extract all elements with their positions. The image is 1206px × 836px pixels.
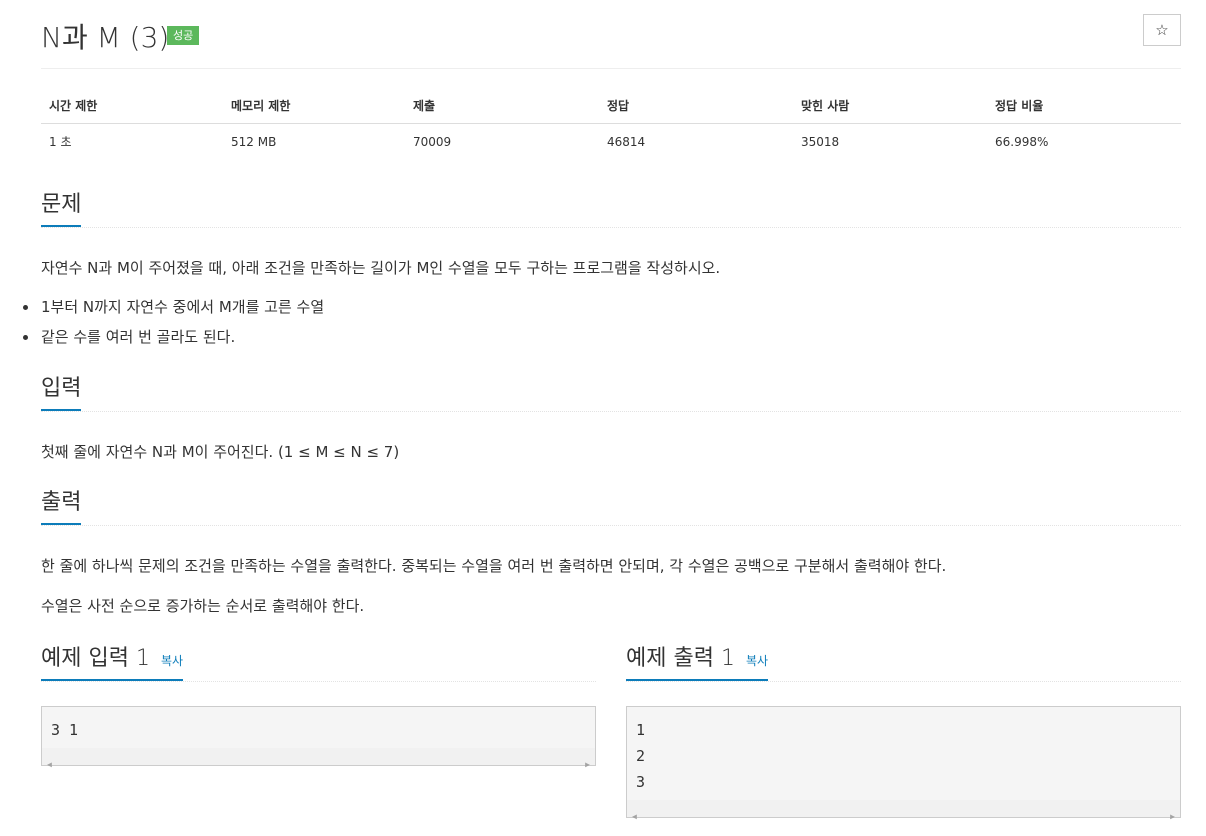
scroll-right-icon[interactable]: ▶ bbox=[585, 752, 590, 778]
description-title: 문제 bbox=[41, 190, 82, 227]
sample-input-box[interactable]: 3 1 ◀ ▶ bbox=[41, 706, 596, 769]
scroll-left-icon[interactable]: ◀ bbox=[47, 752, 52, 778]
sample-output-line: 2 bbox=[636, 747, 646, 765]
value-solved-users: 35018 bbox=[801, 134, 840, 149]
copy-button[interactable]: 복사 bbox=[746, 654, 768, 668]
condition-list: 1부터 N까지 자연수 중에서 M개를 고른 수열 같은 수를 여러 번 골라도… bbox=[23, 297, 1181, 347]
input-heading: 입력 bbox=[41, 374, 1181, 412]
bullet-icon bbox=[23, 335, 28, 340]
header-accepted: 정답 bbox=[599, 88, 793, 124]
output-title: 출력 bbox=[41, 488, 82, 525]
info-header-row: 시간 제한 메모리 제한 제출 정답 맞힌 사람 정답 비율 bbox=[41, 88, 1181, 124]
favorite-button[interactable]: ☆ bbox=[1143, 14, 1181, 46]
problem-title: N과 M (3) bbox=[41, 21, 170, 54]
sample-input-title-text: 예제 입력 1 bbox=[41, 646, 150, 671]
value-memory-limit: 512 MB bbox=[231, 134, 277, 149]
sample-output-title: 예제 출력 1 복사 bbox=[626, 644, 769, 681]
description-heading: 문제 bbox=[41, 190, 1181, 228]
value-submissions: 70009 bbox=[413, 134, 452, 149]
input-text: 첫째 줄에 자연수 N과 M이 주어진다. (1 ≤ M ≤ N ≤ 7) bbox=[41, 443, 400, 461]
star-icon: ☆ bbox=[1155, 21, 1169, 39]
output-section: 출력 한 줄에 하나씩 문제의 조건을 만족하는 수열을 출력한다. 중복되는 … bbox=[41, 488, 1181, 616]
sample-input-line: 3 1 bbox=[51, 721, 79, 739]
sample-output-box[interactable]: 1 2 3 ◀ ▶ bbox=[626, 706, 1181, 821]
horizontal-scrollbar[interactable]: ◀ ▶ bbox=[627, 800, 1180, 821]
horizontal-scrollbar[interactable]: ◀ ▶ bbox=[42, 748, 595, 769]
condition-text: 1부터 N까지 자연수 중에서 M개를 고른 수열 bbox=[41, 298, 325, 316]
input-section: 입력 첫째 줄에 자연수 N과 M이 주어진다. (1 ≤ M ≤ N ≤ 7) bbox=[41, 374, 1181, 462]
description-text: 자연수 N과 M이 주어졌을 때, 아래 조건을 만족하는 길이가 M인 수열을… bbox=[41, 259, 721, 277]
header-solved-users: 맞힌 사람 bbox=[793, 88, 987, 124]
condition-text: 같은 수를 여러 번 골라도 된다. bbox=[41, 328, 236, 346]
output-text-1: 한 줄에 하나씩 문제의 조건을 만족하는 수열을 출력한다. 중복되는 수열을… bbox=[41, 557, 947, 575]
sample-input-title: 예제 입력 1 복사 bbox=[41, 644, 184, 681]
value-accept-ratio: 66.998% bbox=[995, 134, 1049, 149]
header-submissions: 제출 bbox=[405, 88, 599, 124]
header-memory-limit: 메모리 제한 bbox=[223, 88, 405, 124]
output-heading: 출력 bbox=[41, 488, 1181, 526]
sample-input-heading: 예제 입력 1 복사 bbox=[41, 644, 596, 682]
problem-header: N과 M (3) 성공 ☆ bbox=[41, 14, 1181, 68]
value-accepted: 46814 bbox=[607, 134, 646, 149]
info-value-row: 1 초 512 MB 70009 46814 35018 66.998% bbox=[41, 124, 1181, 160]
sample-output-line: 3 bbox=[636, 773, 646, 791]
list-item: 같은 수를 여러 번 골라도 된다. bbox=[23, 327, 1181, 347]
output-text-2: 수열은 사전 순으로 증가하는 순서로 출력해야 한다. bbox=[41, 597, 365, 615]
header-time-limit: 시간 제한 bbox=[41, 88, 223, 124]
sample-output-line: 1 bbox=[636, 721, 646, 739]
scroll-left-icon[interactable]: ◀ bbox=[632, 804, 637, 830]
value-time-limit: 1 초 bbox=[49, 135, 72, 149]
sample-output-heading: 예제 출력 1 복사 bbox=[626, 644, 1181, 682]
list-item: 1부터 N까지 자연수 중에서 M개를 고른 수열 bbox=[23, 297, 1181, 317]
sample-output: 예제 출력 1 복사 1 2 3 ◀ ▶ bbox=[626, 644, 1181, 821]
copy-button[interactable]: 복사 bbox=[161, 654, 183, 668]
header-accept-ratio: 정답 비율 bbox=[987, 88, 1181, 124]
status-badge: 성공 bbox=[167, 26, 200, 45]
input-title: 입력 bbox=[41, 374, 82, 411]
scroll-right-icon[interactable]: ▶ bbox=[1170, 804, 1175, 830]
description-section: 문제 자연수 N과 M이 주어졌을 때, 아래 조건을 만족하는 길이가 M인 … bbox=[23, 190, 1181, 357]
sample-input: 예제 입력 1 복사 3 1 ◀ ▶ bbox=[41, 644, 596, 769]
bullet-icon bbox=[23, 305, 28, 310]
sample-output-title-text: 예제 출력 1 bbox=[626, 646, 735, 671]
title-divider bbox=[41, 68, 1181, 69]
problem-info-table: 시간 제한 메모리 제한 제출 정답 맞힌 사람 정답 비율 1 초 512 M… bbox=[41, 88, 1181, 159]
